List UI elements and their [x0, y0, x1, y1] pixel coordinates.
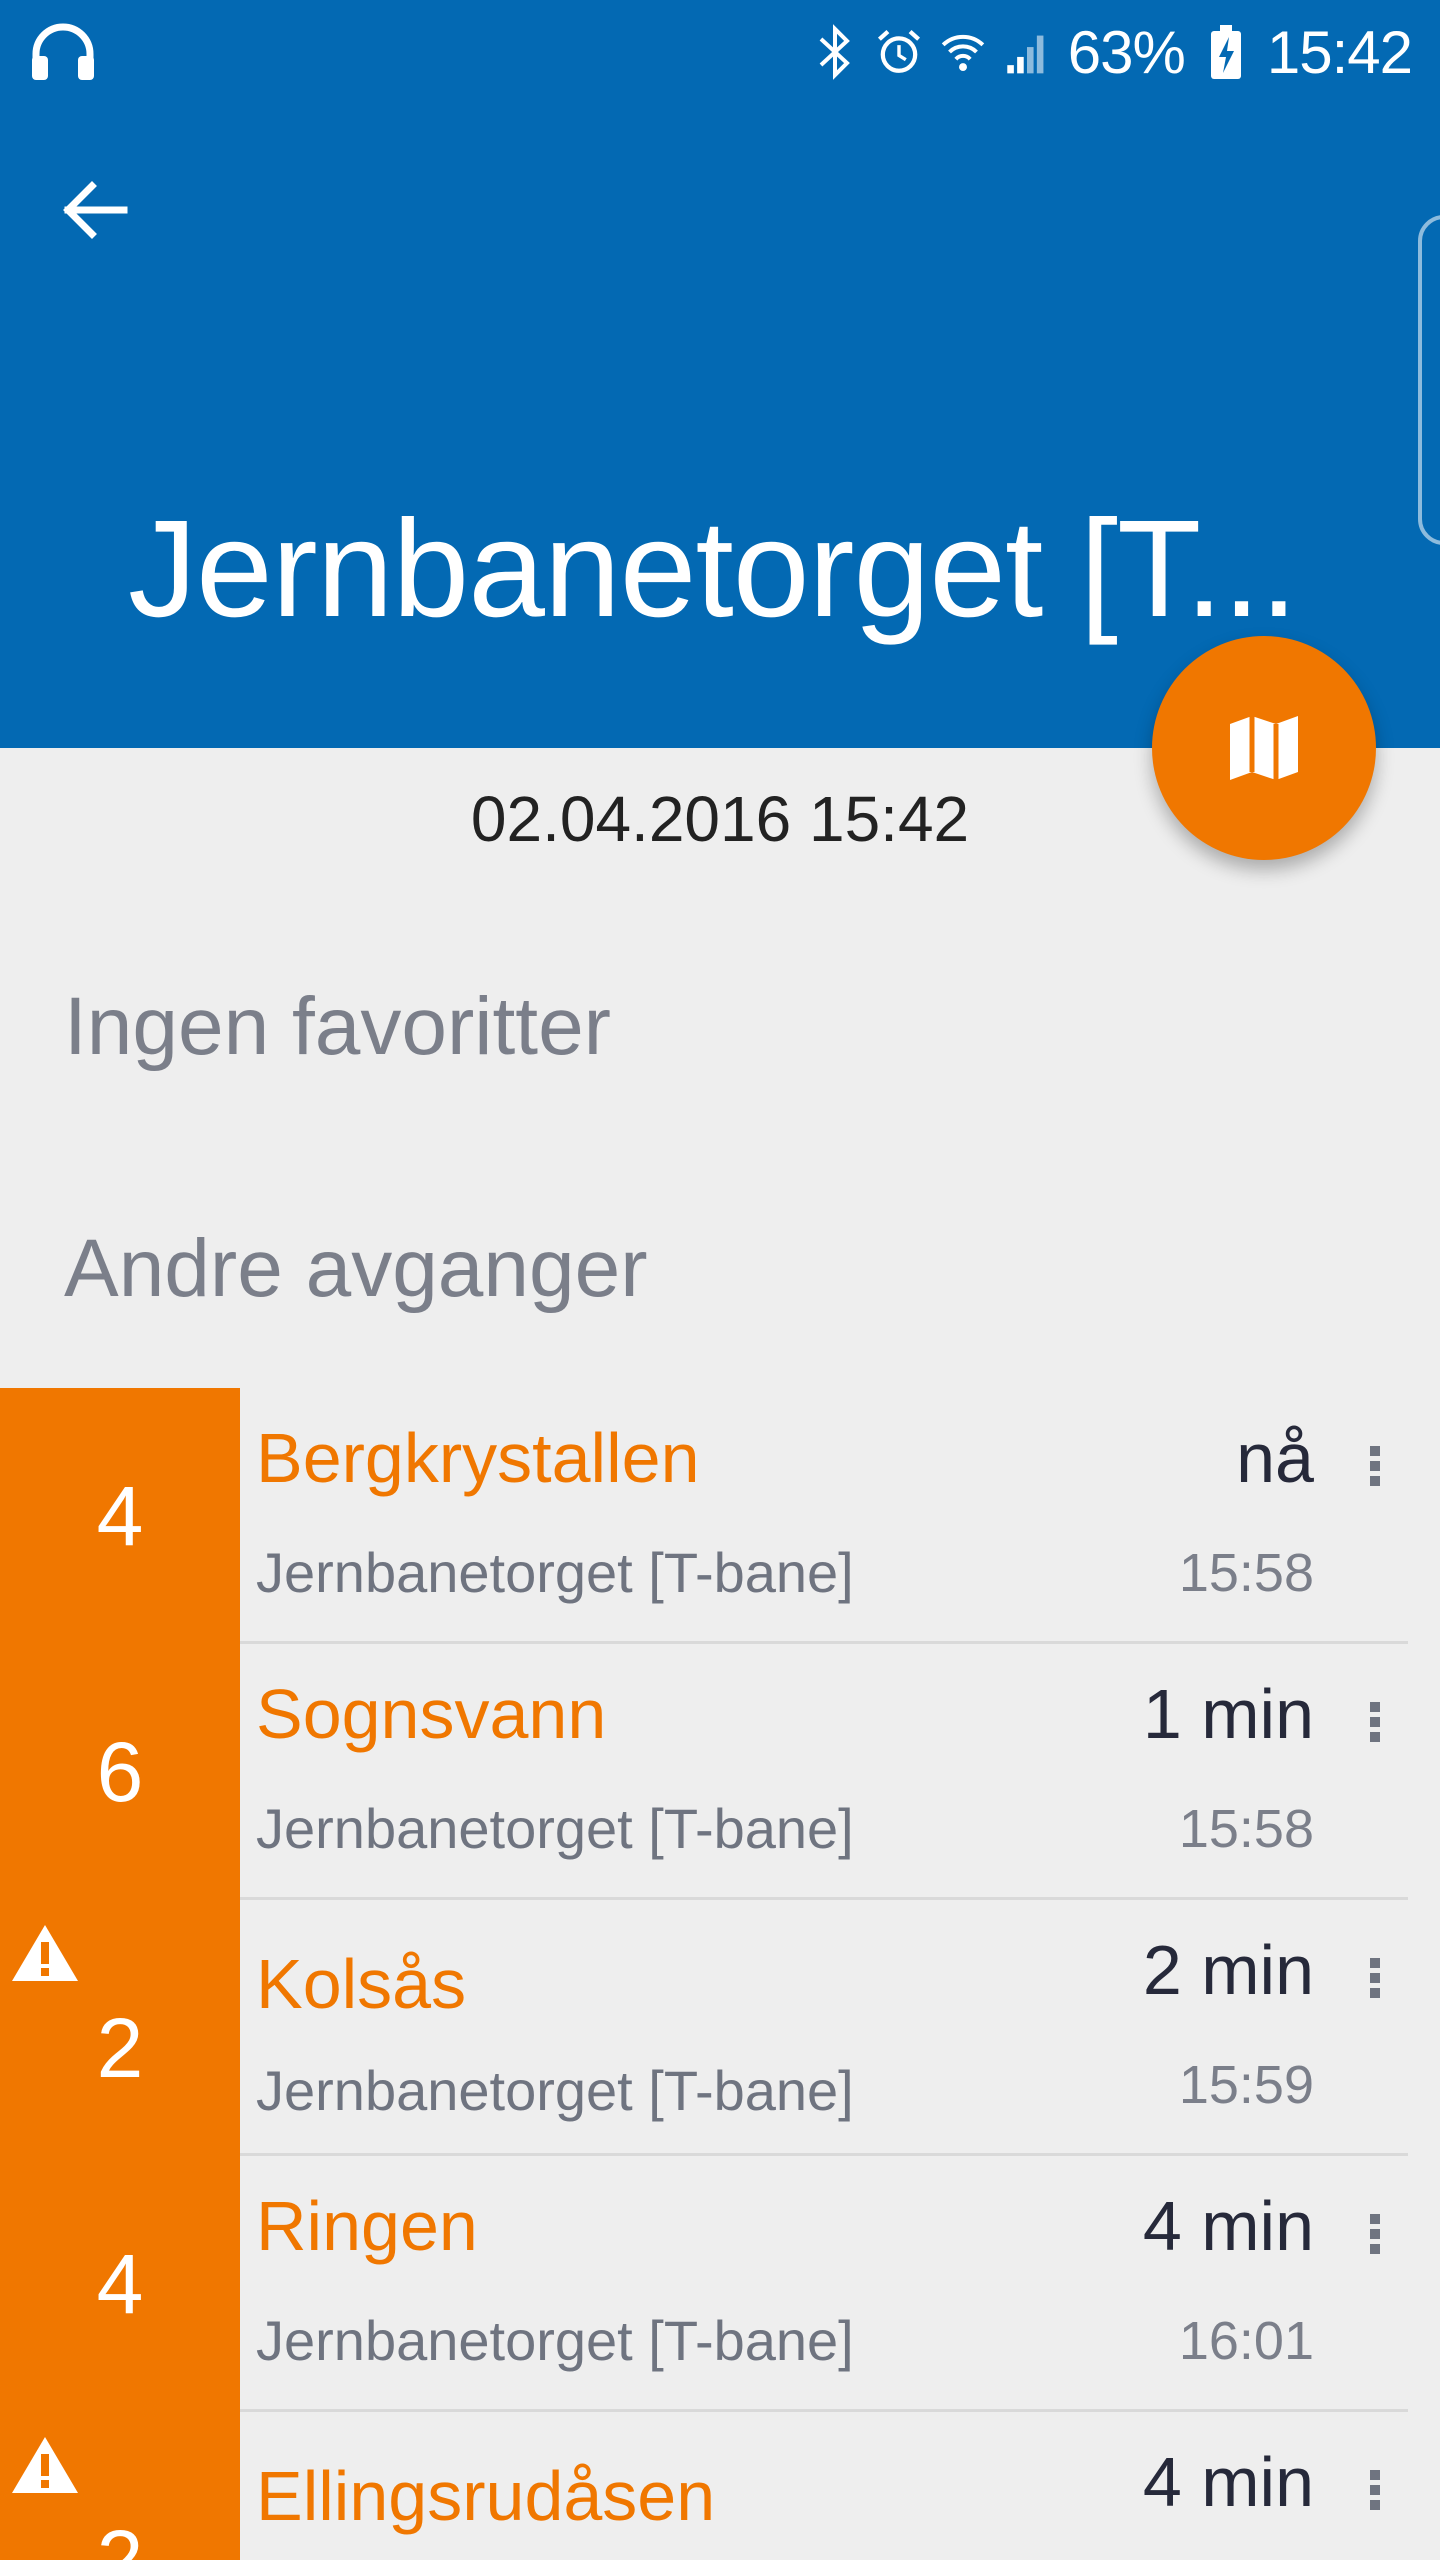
favorites-heading: Ingen favoritter — [64, 981, 611, 1072]
more-vert-icon — [1370, 2470, 1380, 2510]
more-options-button[interactable] — [1350, 1948, 1400, 2008]
departure-row[interactable]: 2 Ellingsrudåsen 4 min — [0, 2412, 1440, 2560]
line-number: 6 — [96, 1724, 144, 1819]
signal-icon — [1004, 22, 1050, 82]
battery-charging-icon — [1203, 22, 1249, 82]
eta: 1 min — [1142, 1675, 1314, 1753]
stop-name: Jernbanetorget [T-bane] — [256, 1797, 854, 1860]
eta: 4 min — [1142, 2187, 1314, 2265]
line-number: 2 — [96, 2512, 144, 2560]
map-icon — [1230, 716, 1298, 780]
line-badge: 4 — [0, 1388, 240, 1644]
other-departures-heading: Andre avganger — [64, 1223, 648, 1314]
more-options-button[interactable] — [1350, 1436, 1400, 1496]
destination: Ellingsrudåsen — [256, 2457, 716, 2535]
departure-row[interactable]: 4 Ringen Jernbanetorget [T-bane] 4 min 1… — [0, 2156, 1440, 2412]
warning-icon — [12, 2437, 78, 2493]
arrow-left-icon — [63, 181, 128, 239]
line-number: 4 — [96, 2236, 144, 2331]
line-number: 4 — [96, 1468, 144, 1563]
line-badge: 2 — [0, 1900, 240, 2156]
stop-name: Jernbanetorget [T-bane] — [256, 2059, 854, 2122]
stop-name: Jernbanetorget [T-bane] — [256, 2309, 854, 2372]
more-vert-icon — [1370, 1958, 1380, 1998]
departure-row[interactable]: 2 Kolsås Jernbanetorget [T-bane] 2 min 1… — [0, 1900, 1440, 2156]
screen: 63% 15:42 Jernbanetorget [T... 02.04.201… — [0, 0, 1440, 2560]
headphones-icon — [28, 20, 98, 84]
more-options-button[interactable] — [1350, 2204, 1400, 2264]
departure-datetime[interactable]: 02.04.2016 15:42 — [0, 782, 1440, 856]
status-icons: 63% 15:42 — [812, 14, 1413, 90]
status-bar: 63% 15:42 — [0, 0, 1440, 104]
departure-row[interactable]: 6 Sognsvann Jernbanetorget [T-bane] 1 mi… — [0, 1644, 1440, 1900]
destination: Kolsås — [256, 1945, 467, 2023]
status-clock: 15:42 — [1266, 18, 1413, 86]
line-badge: 6 — [0, 1644, 240, 1900]
edge-panel-handle[interactable] — [1418, 215, 1440, 545]
destination: Sognsvann — [256, 1675, 607, 1753]
stop-name: Jernbanetorget [T-bane] — [256, 1541, 854, 1604]
more-options-button[interactable] — [1350, 2460, 1400, 2520]
departure-time: 15:58 — [1178, 1799, 1314, 1859]
departure-time: 16:01 — [1178, 2311, 1314, 2371]
back-button[interactable] — [44, 160, 144, 260]
line-number: 2 — [96, 2000, 144, 2095]
eta: 4 min — [1142, 2443, 1314, 2521]
battery-percent: 63% — [1067, 18, 1186, 86]
more-options-button[interactable] — [1350, 1692, 1400, 1752]
line-badge: 2 — [0, 2412, 240, 2560]
departure-time: 15:58 — [1178, 1543, 1314, 1603]
destination: Bergkrystallen — [256, 1419, 700, 1497]
alarm-icon — [876, 22, 922, 82]
departures-list: 4 Bergkrystallen Jernbanetorget [T-bane]… — [0, 1388, 1440, 2560]
more-vert-icon — [1370, 1702, 1380, 1742]
page-title: Jernbanetorget [T... — [128, 492, 1298, 646]
warning-icon — [12, 1925, 78, 1981]
departure-time: 15:59 — [1178, 2055, 1314, 2115]
app-header: 63% 15:42 Jernbanetorget [T... — [0, 0, 1440, 748]
eta: 2 min — [1142, 1931, 1314, 2009]
more-vert-icon — [1370, 2214, 1380, 2254]
wifi-icon — [940, 22, 986, 82]
bluetooth-icon — [812, 22, 858, 82]
eta: nå — [1236, 1419, 1314, 1497]
destination: Ringen — [256, 2187, 478, 2265]
more-vert-icon — [1370, 1446, 1380, 1486]
departure-row[interactable]: 4 Bergkrystallen Jernbanetorget [T-bane]… — [0, 1388, 1440, 1644]
line-badge: 4 — [0, 2156, 240, 2412]
